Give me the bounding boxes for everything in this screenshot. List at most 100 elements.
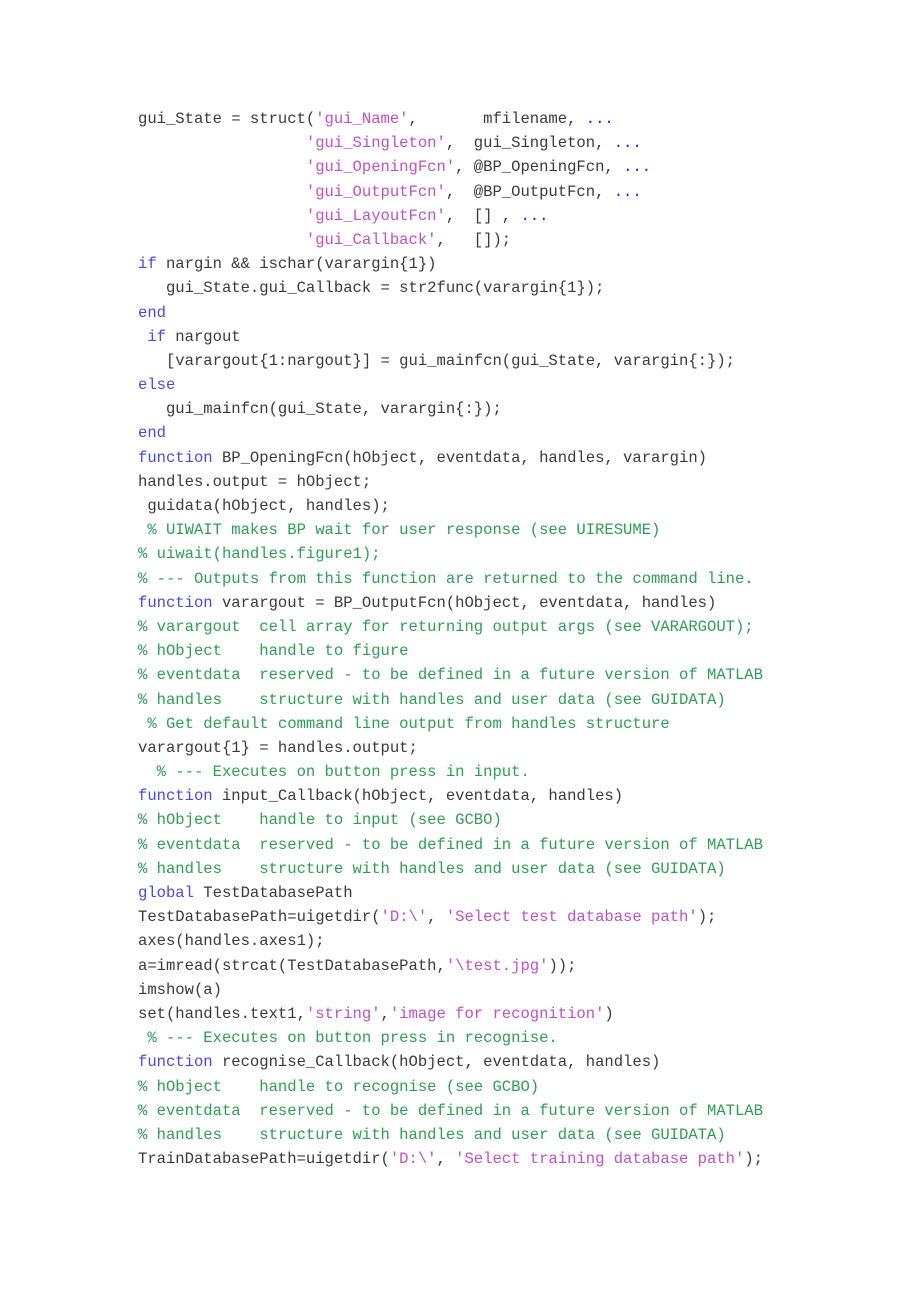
code-line: 'gui_OpeningFcn', @BP_OpeningFcn, ... (138, 155, 898, 179)
code-token-string: 'gui_Singleton' (305, 134, 446, 153)
code-token-comment: % --- Outputs from this function are ret… (138, 569, 754, 588)
code-token-string: 'Select training database path' (455, 1150, 745, 1169)
code-line: % eventdata reserved - to be defined in … (138, 663, 898, 687)
code-token-cont: ... (520, 206, 549, 225)
code-token-comment: % Get default command line output from h… (138, 714, 670, 733)
code-token-string: 'gui_Callback' (305, 230, 437, 249)
code-token-plain: , @BP_OpeningFcn, (455, 158, 624, 177)
code-token-string: 'D:\' (389, 1150, 437, 1169)
code-line: % eventdata reserved - to be defined in … (138, 833, 898, 857)
code-token-plain: varargout = BP_OutputFcn(hObject, eventd… (212, 593, 717, 612)
code-token-comment: % varargout cell array for returning out… (138, 617, 754, 636)
document-page: gui_State = struct('gui_Name', mfilename… (0, 0, 920, 1302)
code-token-string: 'image for recognition' (389, 1004, 605, 1023)
code-token-plain: input_Callback(hObject, eventdata, handl… (212, 787, 624, 806)
code-token-plain: , (427, 908, 446, 927)
code-line: function BP_OpeningFcn(hObject, eventdat… (138, 446, 898, 470)
code-token-cont: ... (585, 110, 614, 128)
code-token-comment: % handles structure with handles and use… (138, 859, 726, 878)
code-token-keyword: if (147, 327, 166, 346)
code-token-cont: ... (613, 182, 642, 201)
code-token-string: 'string' (305, 1004, 381, 1023)
code-token-keyword: end (138, 424, 166, 443)
code-token-plain: , gui_Singleton, (445, 134, 614, 153)
code-token-plain: , (380, 1004, 390, 1023)
code-listing: gui_State = struct('gui_Name', mfilename… (138, 107, 898, 1171)
code-token-comment: % hObject handle to figure (138, 642, 409, 661)
code-token-comment: % --- Executes on button press in input. (138, 763, 530, 782)
code-token-comment: % eventdata reserved - to be defined in … (138, 835, 763, 854)
code-token-keyword: function (138, 593, 213, 612)
code-line: guidata(hObject, handles); (138, 494, 898, 518)
code-line: end (138, 301, 898, 325)
code-token-keyword: end (138, 303, 166, 322)
code-line: % --- Executes on button press in input. (138, 760, 898, 784)
code-line: handles.output = hObject; (138, 470, 898, 494)
code-line: 'gui_LayoutFcn', [] , ... (138, 204, 898, 228)
code-token-comment: % UIWAIT makes BP wait for user response… (138, 521, 661, 540)
code-token-comment: % eventdata reserved - to be defined in … (138, 666, 763, 685)
code-token-plain: )); (548, 956, 577, 975)
code-line: % hObject handle to recognise (see GCBO) (138, 1075, 898, 1099)
code-token-plain: ); (744, 1150, 763, 1169)
code-token-plain: , (436, 1150, 456, 1169)
code-line: global TestDatabasePath (138, 881, 898, 905)
code-line: else (138, 373, 898, 397)
code-token-string: 'gui_OutputFcn' (305, 182, 446, 201)
code-token-string: 'gui_LayoutFcn' (305, 206, 446, 225)
code-line: function input_Callback(hObject, eventda… (138, 784, 898, 808)
code-token-plain: BP_OpeningFcn(hObject, eventdata, handle… (212, 448, 707, 467)
code-token-plain: guidata(hObject, handles); (138, 497, 390, 515)
code-line: set(handles.text1,'string','image for re… (138, 1002, 898, 1026)
code-line: TrainDatabasePath=uigetdir('D:\', 'Selec… (138, 1147, 898, 1171)
code-line: % varargout cell array for returning out… (138, 615, 898, 639)
code-token-comment: % hObject handle to recognise (see GCBO) (138, 1077, 540, 1096)
code-token-comment: % eventdata reserved - to be defined in … (138, 1101, 763, 1120)
code-token-string: '\test.jpg' (445, 956, 549, 975)
code-token-string: 'gui_Name' (315, 110, 409, 128)
code-line: % handles structure with handles and use… (138, 857, 898, 881)
code-token-plain: TestDatabasePath (193, 884, 353, 902)
code-token-keyword: global (138, 884, 194, 902)
code-token-cont: ... (613, 134, 642, 153)
code-line: % eventdata reserved - to be defined in … (138, 1099, 898, 1123)
code-token-keyword: function (138, 1053, 213, 1072)
code-line: varargout{1} = handles.output; (138, 736, 898, 760)
code-line: 'gui_Singleton', gui_Singleton, ... (138, 131, 898, 155)
code-token-comment: % handles structure with handles and use… (138, 690, 726, 709)
code-token-plain: , []); (436, 230, 512, 249)
code-token-plain: nargout (165, 327, 241, 346)
code-token-comment: % hObject handle to input (see GCBO) (138, 811, 502, 830)
code-token-cont: ... (623, 158, 652, 177)
code-token-plain: gui_State = struct( (138, 110, 316, 128)
code-token-plain: a=imread(strcat(TestDatabasePath, (138, 956, 446, 975)
code-token-plain: varargout{1} = handles.output; (138, 738, 418, 757)
code-token-plain: , [] , (445, 206, 521, 225)
code-token-plain: , mfilename, (408, 110, 586, 128)
code-token-comment: % uiwait(handles.figure1); (138, 545, 381, 564)
code-token-plain: gui_mainfcn(gui_State, varargin{:}); (138, 400, 502, 419)
code-token-string: 'D:\' (380, 908, 428, 927)
code-line: axes(handles.axes1); (138, 929, 898, 953)
code-line: % UIWAIT makes BP wait for user response… (138, 518, 898, 542)
code-token-keyword: if (138, 255, 157, 274)
code-token-comment: % --- Executes on button press in recogn… (138, 1029, 558, 1048)
code-line: end (138, 421, 898, 445)
code-token-plain: handles.output = hObject; (138, 472, 372, 491)
code-line: gui_State.gui_Callback = str2func(vararg… (138, 276, 898, 300)
code-line: % --- Executes on button press in recogn… (138, 1026, 898, 1050)
code-line: a=imread(strcat(TestDatabasePath,'\test.… (138, 954, 898, 978)
code-line: 'gui_OutputFcn', @BP_OutputFcn, ... (138, 180, 898, 204)
code-token-comment: % handles structure with handles and use… (138, 1125, 726, 1144)
code-token-plain: gui_State.gui_Callback = str2func(vararg… (138, 279, 605, 298)
code-line: % handles structure with handles and use… (138, 1123, 898, 1147)
code-token-keyword: function (138, 448, 213, 467)
code-token-plain: [varargout{1:nargout}] = gui_mainfcn(gui… (138, 351, 735, 370)
code-line: function varargout = BP_OutputFcn(hObjec… (138, 591, 898, 615)
